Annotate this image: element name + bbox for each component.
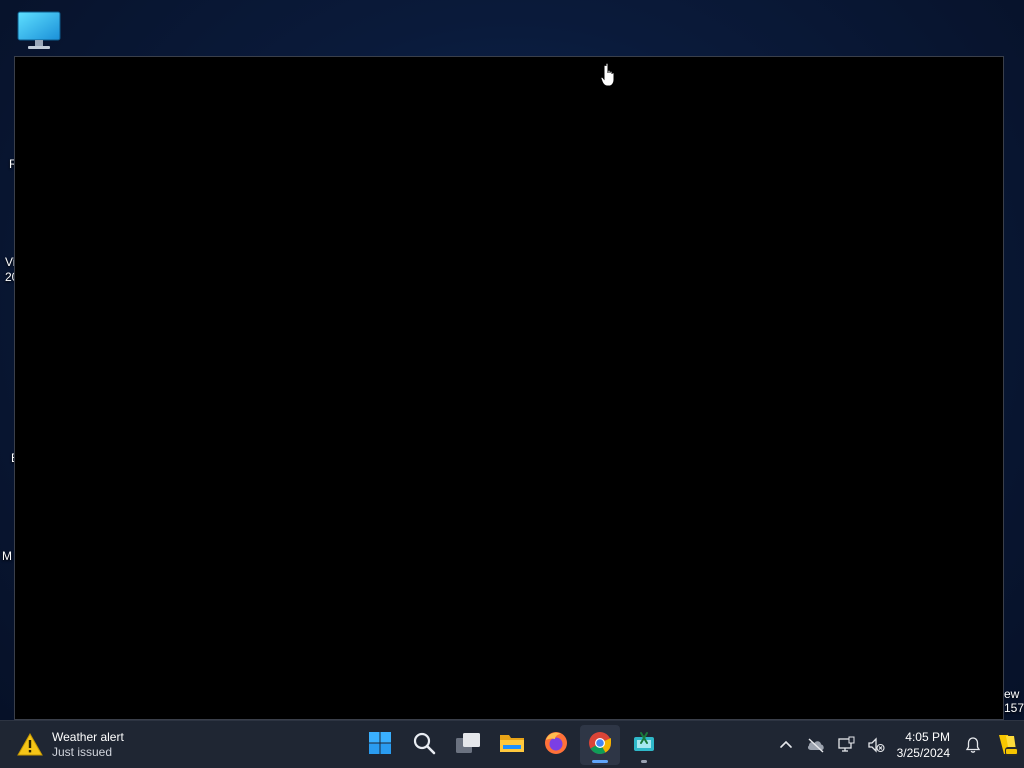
weather-widget[interactable]: Weather alert Just issued [10,727,130,763]
chrome-button[interactable] [580,725,620,765]
snipping-tool-icon [632,731,656,760]
onedrive-offline-icon[interactable] [801,727,831,763]
file-explorer-button[interactable] [492,725,532,765]
task-view-icon [455,731,481,760]
desktop: R Vi 20 E M ew 157 [0,0,1024,720]
desktop-label-clipped: M [2,549,12,563]
search-icon [412,731,436,760]
system-tray: 4:05 PM 3/25/2024 [771,721,1024,768]
app-indicator [592,760,608,763]
network-icon[interactable] [831,727,861,763]
blank-window[interactable] [14,56,1004,720]
clock[interactable]: 4:05 PM 3/25/2024 [891,729,958,761]
chrome-icon [587,730,613,761]
search-button[interactable] [404,725,444,765]
hand-cursor-icon [600,62,618,88]
snipping-tool-button[interactable] [624,725,664,765]
start-button[interactable] [360,725,400,765]
task-view-button[interactable] [448,725,488,765]
volume-muted-icon[interactable] [861,727,891,763]
taskbar: Weather alert Just issued 4:05 PM 3/25/2… [0,720,1024,768]
clock-date: 3/25/2024 [896,746,950,760]
desktop-label-clipped: 157 [1004,701,1024,715]
weather-subtitle: Just issued [52,745,113,759]
notification-bell-icon[interactable] [958,727,988,763]
chevron-up-icon[interactable] [771,727,801,763]
clock-time: 4:05 PM [905,730,950,744]
windows-logo-icon [368,731,392,760]
firefox-button[interactable] [536,725,576,765]
folder-icon [499,731,525,760]
firefox-icon [543,730,569,761]
copilot-icon[interactable] [988,727,1024,763]
weather-title: Weather alert [52,730,124,744]
warning-icon [16,731,44,759]
this-pc-icon[interactable] [17,10,61,52]
taskbar-apps [360,725,664,765]
desktop-label-clipped: ew [1004,687,1020,701]
app-indicator [641,760,647,763]
